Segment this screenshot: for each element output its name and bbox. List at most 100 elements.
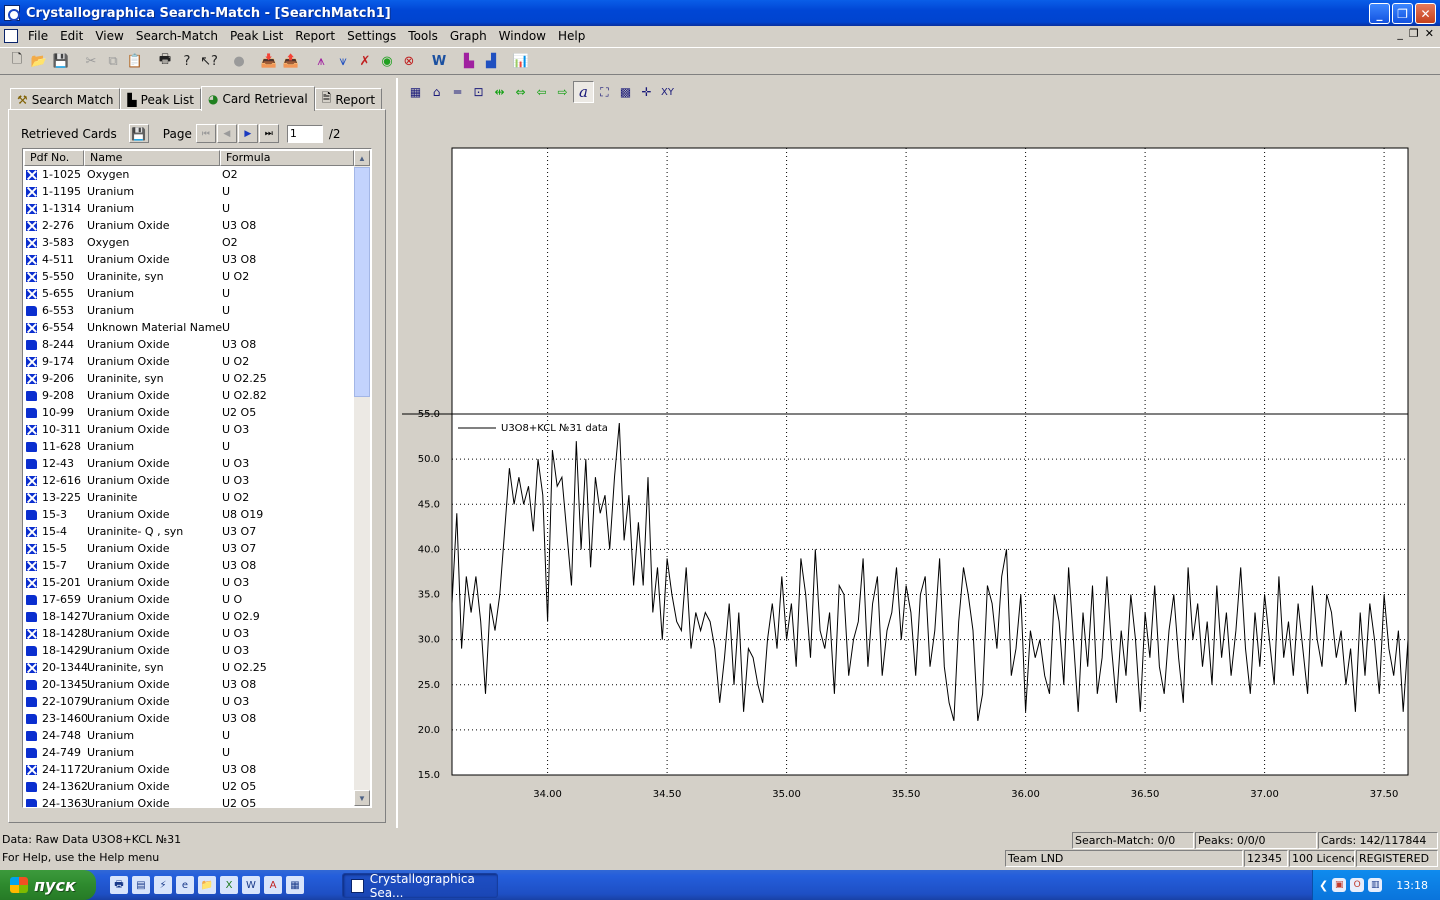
home-view-icon[interactable]: ⌂ [426,81,447,103]
match-icon[interactable]: ◉ [376,50,398,72]
table-row[interactable]: 3-583 Oxygen O2 [24,234,354,251]
tray-opera-icon[interactable]: O [1350,878,1365,892]
winamp-icon[interactable]: ⚡ [154,876,172,894]
table-row[interactable]: 20-1344 Uraninite, syn U O2.25 [24,659,354,676]
printer-icon[interactable]: 🖶 [110,876,128,894]
table-row[interactable]: 15-201 Uranium Oxide U O3 [24,574,354,591]
table-row[interactable]: 15-5 Uranium Oxide U3 O7 [24,540,354,557]
table-row[interactable]: 6-554 Unknown Material Name U [24,319,354,336]
tab-search-match[interactable]: ⚒ Search Match [10,88,121,110]
graph-area[interactable]: 15.0 20.0 25.0 30.0 35.0 40.0 45.0 50.0 55.0 34.… [402,106,1438,826]
taskbar-item-crystallographica[interactable]: Crystallographica Sea... [342,872,498,900]
column-name[interactable]: Name [84,150,220,166]
mdi-close-button[interactable]: ✕ [1425,27,1434,40]
table-row[interactable]: 10-99 Uranium Oxide U2 O5 [24,404,354,421]
mdi-restore-button[interactable]: ❐ [1409,27,1419,40]
peak-add-icon[interactable]: ⩛ [332,50,354,72]
menu-settings[interactable]: Settings [341,29,402,43]
table-row[interactable]: 5-550 Uraninite, syn U O2 [24,268,354,285]
table-row[interactable]: 9-208 Uranium Oxide U O2.82 [24,387,354,404]
crystallographica-app-icon[interactable] [4,5,20,21]
table-row[interactable]: 1-1025 Oxygen O2 [24,166,354,183]
save-cards-button[interactable]: 💾 [128,124,149,143]
peak-search-icon[interactable]: ⩚ [310,50,332,72]
match-clear-icon[interactable]: ⊗ [398,50,420,72]
close-button[interactable]: ✕ [1415,3,1436,24]
prev-page-button[interactable]: ◀ [216,124,237,143]
column-formula[interactable]: Formula [220,150,354,166]
table-row[interactable]: 1-1314 Uranium U [24,200,354,217]
table-row[interactable]: 12-43 Uranium Oxide U O3 [24,455,354,472]
table-row[interactable]: 12-616 Uranium Oxide U O3 [24,472,354,489]
zoom-in-x-icon[interactable]: ⇔ [510,81,531,103]
menu-window[interactable]: Window [493,29,552,43]
table-row[interactable]: 1-1195 Uranium U [24,183,354,200]
calculator-icon[interactable]: ▦ [286,876,304,894]
browser-icon[interactable]: e [176,876,194,894]
copy-icon[interactable]: ⧉ [102,50,124,72]
menu-tools[interactable]: Tools [402,29,444,43]
histogram-compare-icon[interactable]: ▟ [480,50,502,72]
list-scrollbar[interactable]: ▲ ▼ [354,150,370,806]
tray-app-icon[interactable]: ▣ [1332,878,1347,892]
scroll-left-icon[interactable]: ⇦ [531,81,552,103]
document-icon[interactable] [4,28,18,43]
table-row[interactable]: 24-749 Uranium U [24,744,354,761]
table-row[interactable]: 9-206 Uraninite, syn U O2.25 [24,370,354,387]
restore-button[interactable]: ❐ [1392,3,1413,24]
table-row[interactable]: 13-225 Uraninite U O2 [24,489,354,506]
table-row[interactable]: 15-7 Uranium Oxide U3 O8 [24,557,354,574]
table-row[interactable]: 22-1079 Uranium Oxide U O3 [24,693,354,710]
excel-icon[interactable]: X [220,876,238,894]
first-page-button[interactable]: ⏮ [195,124,216,143]
export-icon[interactable]: 📤 [280,50,302,72]
table-row[interactable]: 17-659 Uranium Oxide U O [24,591,354,608]
table-row[interactable]: 18-1428 Uranium Oxide U O3 [24,625,354,642]
table-row[interactable]: 15-4 Uraninite- Q , syn U3 O7 [24,523,354,540]
page-input[interactable]: 1 [286,124,323,143]
open-icon[interactable]: 📂 [28,50,50,72]
table-row[interactable]: 15-3 Uranium Oxide U8 O19 [24,506,354,523]
scroll-up-button[interactable]: ▲ [354,150,370,166]
table-row[interactable]: 23-1460 Uranium Oxide U3 O8 [24,710,354,727]
report-export-icon[interactable]: 📊 [510,50,532,72]
paste-icon[interactable]: 📋 [124,50,146,72]
table-row[interactable]: 11-628 Uranium U [24,438,354,455]
fit-icon[interactable]: ⊡ [468,81,489,103]
folder-icon[interactable]: 📁 [198,876,216,894]
grid-icon[interactable]: ▩ [615,81,636,103]
menu-graph[interactable]: Graph [444,29,493,43]
mdi-minimize-button[interactable]: _ [1397,27,1403,40]
zoom-out-x-icon[interactable]: ⇹ [489,81,510,103]
scroll-right-icon[interactable]: ⇨ [552,81,573,103]
column-pdf-no[interactable]: Pdf No. [24,150,84,166]
xy-readout-icon[interactable]: XY [657,81,678,103]
xrd-chart[interactable]: 15.0 20.0 25.0 30.0 35.0 40.0 45.0 50.0 55.0 34.… [402,106,1438,826]
histogram-icon[interactable]: ▙ [458,50,480,72]
card-list[interactable]: Pdf No. Name Formula 1-1025 Oxygen O2 1-119… [22,148,372,808]
table-row[interactable]: 6-553 Uranium U [24,302,354,319]
table-row[interactable]: 4-511 Uranium Oxide U3 O8 [24,251,354,268]
save-icon[interactable]: 💾 [50,50,72,72]
table-row[interactable]: 24-1362 Uranium Oxide U2 O5 [24,778,354,795]
table-row[interactable]: 18-1427 Uranium Oxide U O2.9 [24,608,354,625]
acrobat-icon[interactable]: A [264,876,282,894]
scroll-thumb[interactable] [354,167,370,397]
zoom-box-icon[interactable]: ⛶ [594,81,615,103]
word-icon[interactable]: W [242,876,260,894]
table-row[interactable]: 24-1172 Uranium Oxide U3 O8 [24,761,354,778]
menu-search-match[interactable]: Search-Match [130,29,224,43]
crosshair-icon[interactable]: ✛ [636,81,657,103]
start-button[interactable]: пуск [0,870,96,900]
table-row[interactable]: 2-276 Uranium Oxide U3 O8 [24,217,354,234]
menu-report[interactable]: Report [289,29,341,43]
scroll-down-button[interactable]: ▼ [354,790,370,806]
tab-report[interactable]: 🗎 Report [314,88,383,110]
graph-settings-icon[interactable]: ▦ [405,81,426,103]
baseline-icon[interactable]: ═ [447,81,468,103]
table-row[interactable]: 8-244 Uranium Oxide U3 O8 [24,336,354,353]
table-row[interactable]: 24-1363 Uranium Oxide U2 O5 [24,795,354,807]
next-page-button[interactable]: ▶ [237,124,258,143]
menu-peak-list[interactable]: Peak List [224,29,289,43]
tab-card-retrieval[interactable]: ◕ Card Retrieval [200,86,315,111]
